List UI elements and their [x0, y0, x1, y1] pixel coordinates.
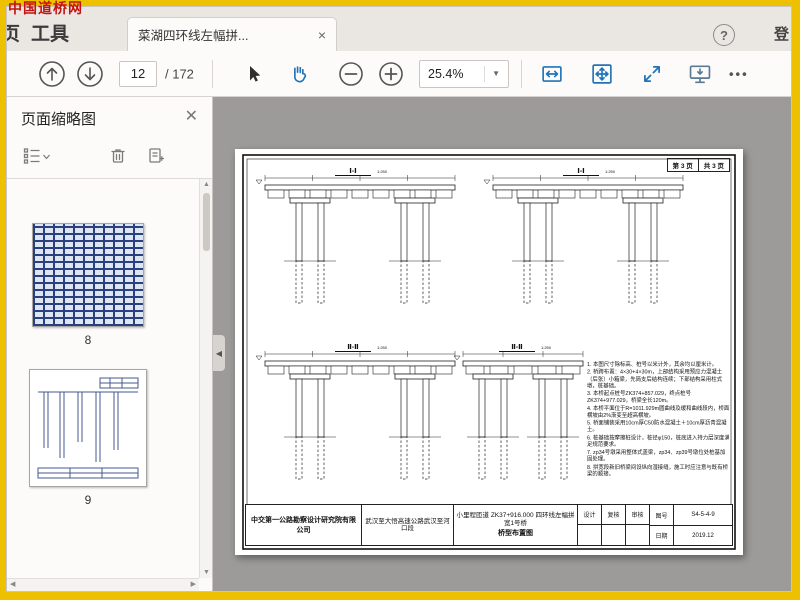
date-value: 2019.12 [692, 532, 714, 539]
company-name: 中交第一公路勘察设计研究院有限公司 [246, 505, 362, 545]
note-line: 6. 桩基础按摩擦桩设计，桩径φ150，桩底进入持力层深度满足规范要求。 [587, 434, 729, 448]
zoom-level-select[interactable]: 25.4% ▼ [419, 59, 509, 88]
sheet-page-label: 第 3 页 [672, 163, 693, 170]
drawing-title: 小里程匝道 ZK37+916.000 四环线左幅拼宽1号桥 桥型布置图 [454, 505, 578, 545]
sheet-total-label: 共 3 页 [697, 159, 729, 171]
page-organize-icon[interactable] [145, 145, 167, 172]
thumbnails-horizontal-scrollbar[interactable]: ◀ ▶ [7, 578, 199, 591]
view-scale: 1:250 [605, 169, 616, 174]
sheet-meta: 图号 S4-5-4-9 日期 2019.12 [650, 505, 732, 545]
delete-page-button[interactable] [107, 145, 129, 172]
page-number-input[interactable]: 12 [119, 60, 157, 87]
view-label: Ⅱ-Ⅱ [347, 344, 359, 351]
drawing-title-line1: 小里程匝道 ZK37+916.000 四环线左幅拼宽1号桥 [456, 512, 575, 527]
fit-width-button[interactable] [539, 61, 565, 87]
thumbnail-page-9[interactable]: 9 [29, 369, 147, 507]
thumbnail-label: 9 [84, 493, 92, 507]
view-scale: 1:250 [541, 345, 552, 350]
page-down-button[interactable] [75, 59, 105, 89]
zoom-out-button[interactable] [337, 60, 365, 88]
page-up-button[interactable] [37, 59, 67, 89]
design-label: 设计 [578, 505, 601, 525]
sheet-number-box: 第 3 页 共 3 页 [666, 158, 730, 172]
zoom-level-value: 25.4% [428, 66, 464, 81]
select-tool-button[interactable] [242, 63, 264, 85]
note-line: 5. 桥面铺装采用10cm厚C50防水混凝土＋10cm厚沥青混凝土。 [587, 419, 727, 433]
panel-collapse-button[interactable]: ◀ [213, 335, 225, 371]
app-frame: 中国道桥网 页 工具 菜湖四环线左幅拼... × ? 登 12 / 172 [0, 0, 800, 600]
thumbnail-image [32, 223, 144, 327]
thumbnail-label: 8 [84, 333, 92, 347]
note-line: 2. 桥跨布置：4×30+4×30m，上部结构采用预应力混凝土（后张）小箱梁，先… [587, 368, 723, 389]
toolbar-divider [521, 59, 522, 88]
drawing-notes: 1. 本图尺寸除标高、桩号以米计外，其余均以厘米计。 2. 桥跨布置：4×30+… [587, 361, 729, 497]
ribbon-tab-partial[interactable]: 页 [7, 19, 20, 46]
note-line: 8. 拼宽段新旧桥梁间设纵向湿接缝，施工时应注意与既有桥梁的顺接。 [587, 463, 729, 477]
scroll-down-icon[interactable]: ▼ [200, 569, 212, 576]
title-block: 中交第一公路勘察设计研究院有限公司 武汉至大悟高速公路武汉至河口段 小里程匝道 … [245, 504, 733, 546]
sheet-no-label: 图号 [650, 505, 674, 525]
watermark: 中国道桥网 [8, 0, 83, 16]
view-label: Ⅰ-Ⅰ [577, 168, 585, 175]
scroll-left-icon[interactable]: ◀ [10, 580, 15, 588]
toolbar: 12 / 172 25.4% ▼ ••• [7, 51, 791, 97]
thumbnail-image [29, 369, 147, 487]
thumbnails-vertical-scrollbar[interactable]: ▲ ▼ [199, 179, 212, 578]
document-tab-title: 菜湖四环线左幅拼... [138, 29, 249, 43]
more-tools-button[interactable]: ••• [729, 66, 749, 81]
review-label: 审核 [626, 505, 649, 525]
check-cell: 复核 [602, 505, 626, 545]
view-label: Ⅱ-Ⅱ [511, 344, 523, 351]
pdf-reader-window: 页 工具 菜湖四环线左幅拼... × ? 登 12 / 172 [6, 6, 792, 592]
review-cell: 审核 [626, 505, 650, 545]
scroll-right-icon[interactable]: ▶ [191, 580, 196, 588]
project-name: 武汉至大悟高速公路武汉至河口段 [362, 505, 454, 545]
note-line: 3. 本桥起点桩号ZK374+857.029，终点桩号ZK374+977.029… [587, 390, 691, 404]
thumbnail-page-8[interactable]: 8 [32, 223, 144, 347]
login-button[interactable]: 登 [774, 23, 791, 44]
tab-bar: 页 工具 菜湖四环线左幅拼... × ? 登 [7, 7, 791, 51]
ribbon-tab-tools[interactable]: 工具 [31, 19, 69, 46]
view-label: Ⅰ-Ⅰ [349, 168, 357, 175]
tab-close-icon[interactable]: × [318, 27, 326, 43]
panel-header: 页面缩略图 ✕ [7, 97, 212, 137]
content-area: 页面缩略图 ✕ 8 9 ▲ ▼ ◀ ▶ ◀ Ⅰ-Ⅰ 1:250 Ⅰ-Ⅰ 1:25… [7, 97, 791, 591]
thumbnail-list: 8 9 ▲ ▼ [7, 179, 212, 578]
drawing-title-line2: 桥型布置图 [498, 529, 533, 537]
scrollbar-thumb[interactable] [203, 193, 210, 251]
view-scale: 1:250 [377, 169, 388, 174]
hand-tool-button[interactable] [287, 62, 311, 86]
view-scale: 1:250 [377, 345, 388, 350]
panel-title: 页面缩略图 [21, 111, 97, 128]
note-line: 4. 本桥平面位于R=1011.929m圆曲线及缓和曲线段内，桥面横坡由2%渐变… [587, 405, 729, 418]
note-line: 7. zp34号墩采用整体式盖梁，zp34、zp39号墩位处桩基加固处理。 [587, 449, 726, 462]
thumbnails-panel: 页面缩略图 ✕ 8 9 ▲ ▼ ◀ ▶ [7, 97, 213, 591]
fit-page-button[interactable] [589, 61, 615, 87]
sheet-no-value: S4-5-4-9 [691, 512, 715, 518]
note-line: 1. 本图尺寸除标高、桩号以米计外，其余均以厘米计。 [587, 361, 718, 367]
check-label: 复核 [602, 505, 625, 525]
scroll-up-icon[interactable]: ▲ [200, 181, 212, 188]
chevron-down-icon: ▼ [484, 65, 500, 82]
date-label: 日期 [650, 526, 674, 545]
document-viewport[interactable]: ◀ Ⅰ-Ⅰ 1:250 Ⅰ-Ⅰ 1:250 Ⅱ-Ⅱ 1:250 Ⅱ-Ⅱ 1:25… [213, 97, 791, 591]
fullscreen-button[interactable] [639, 61, 665, 87]
document-tab[interactable]: 菜湖四环线左幅拼... × [127, 17, 337, 51]
zoom-in-button[interactable] [377, 60, 405, 88]
thumbnail-options-button[interactable] [21, 145, 51, 172]
page-total-label: / 172 [165, 66, 194, 81]
pdf-page[interactable]: Ⅰ-Ⅰ 1:250 Ⅰ-Ⅰ 1:250 Ⅱ-Ⅱ 1:250 Ⅱ-Ⅱ 1:250 … [235, 149, 743, 555]
toolbar-divider [212, 59, 213, 88]
design-cell: 设计 [578, 505, 602, 545]
presentation-button[interactable] [687, 61, 713, 87]
panel-close-icon[interactable]: ✕ [185, 106, 198, 126]
help-icon[interactable]: ? [713, 24, 735, 46]
panel-toolbar [7, 137, 212, 179]
